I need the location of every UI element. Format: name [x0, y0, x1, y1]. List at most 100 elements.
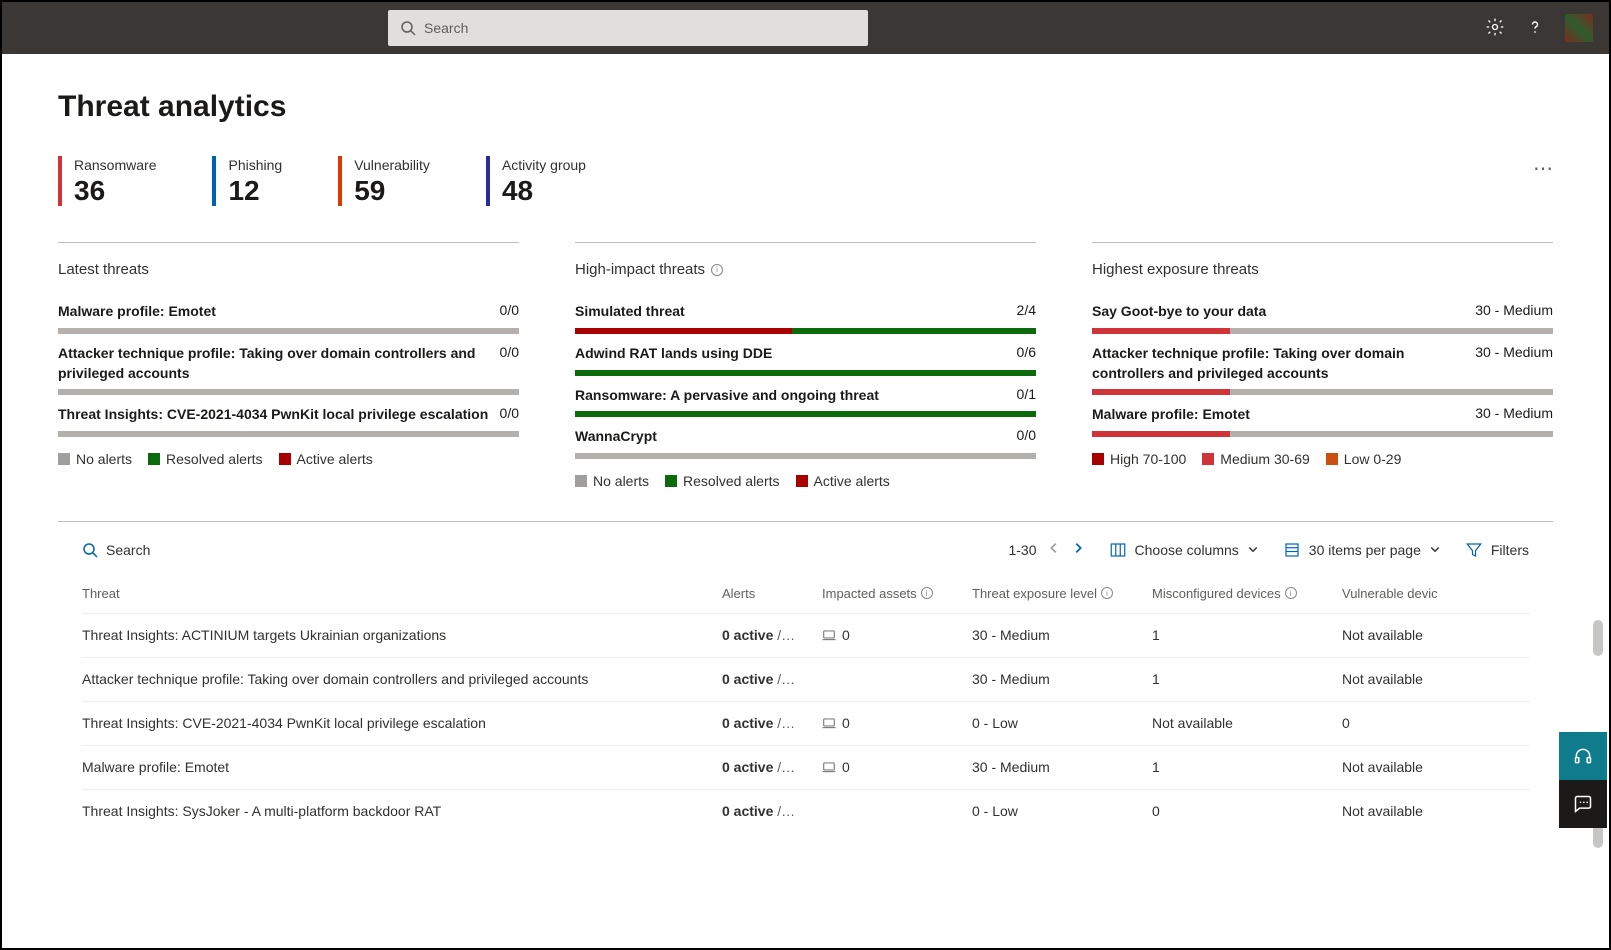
stat-value: 36: [74, 176, 156, 207]
cell-alerts: 0 active /…: [722, 759, 822, 775]
table-row[interactable]: Threat Insights: SysJoker - A multi-plat…: [82, 789, 1529, 833]
cell-alerts: 0 active /…: [722, 715, 822, 731]
legend-label: High 70-100: [1110, 451, 1186, 467]
column-header[interactable]: Threat: [82, 586, 722, 601]
pager-prev-button[interactable]: [1047, 541, 1061, 558]
cell-threat: Threat Insights: SysJoker - A multi-plat…: [82, 803, 722, 819]
panel-latest-threats: Latest threatsMalware profile: Emotet0/0…: [58, 242, 519, 488]
headphones-button[interactable]: [1559, 732, 1607, 780]
filters-button[interactable]: Filters: [1465, 541, 1529, 559]
threat-item[interactable]: Say Goot-bye to your data30 - Medium: [1092, 302, 1553, 334]
threat-item[interactable]: Malware profile: Emotet30 - Medium: [1092, 405, 1553, 437]
legend-item: High 70-100: [1092, 451, 1186, 467]
side-floating-buttons: [1559, 732, 1607, 828]
stat-label: Ransomware: [74, 156, 156, 176]
stat-card[interactable]: Activity group48: [486, 156, 586, 206]
cell-exposure: 0 - Low: [972, 803, 1152, 819]
threat-value: 0/0: [500, 344, 519, 360]
filters-label: Filters: [1491, 542, 1529, 558]
chevron-left-icon: [1047, 541, 1061, 555]
threat-value: 30 - Medium: [1475, 344, 1553, 360]
legend-swatch: [279, 453, 291, 465]
info-icon[interactable]: i: [921, 587, 933, 599]
choose-columns-button[interactable]: Choose columns: [1109, 541, 1259, 559]
column-header[interactable]: Vulnerable devic: [1342, 586, 1502, 601]
column-header-label: Impacted assets: [822, 586, 917, 601]
table-search-button[interactable]: Search: [82, 542, 150, 558]
legend-item: Resolved alerts: [665, 473, 780, 489]
choose-columns-label: Choose columns: [1135, 542, 1239, 558]
table-row[interactable]: Malware profile: Emotet0 active /…030 - …: [82, 745, 1529, 789]
threats-table-area: Search 1-30 Choose columns 30 items per …: [58, 521, 1553, 948]
threat-item[interactable]: WannaCrypt0/0: [575, 427, 1036, 459]
threat-name: Malware profile: Emotet: [58, 302, 492, 322]
column-header[interactable]: Misconfigured devicesi: [1152, 586, 1342, 601]
stat-card[interactable]: Ransomware36: [58, 156, 156, 206]
page-size-label: 30 items per page: [1309, 542, 1421, 558]
cell-vulnerable: Not available: [1342, 803, 1502, 819]
cell-alerts: 0 active /…: [722, 803, 822, 819]
info-icon[interactable]: i: [711, 264, 723, 276]
stat-card[interactable]: Phishing12: [212, 156, 282, 206]
column-header[interactable]: Alerts: [722, 586, 822, 601]
header-bar: Search: [2, 2, 1609, 54]
cell-vulnerable: Not available: [1342, 759, 1502, 775]
search-icon: [400, 20, 416, 36]
pager-range: 1-30: [1008, 542, 1036, 558]
threat-value: 30 - Medium: [1475, 302, 1553, 318]
info-icon[interactable]: i: [1285, 587, 1297, 599]
legend-swatch: [1092, 453, 1104, 465]
feedback-button[interactable]: [1559, 780, 1607, 828]
page-size-button[interactable]: 30 items per page: [1283, 541, 1441, 559]
cell-misconfigured: Not available: [1152, 715, 1342, 731]
threat-item[interactable]: Adwind RAT lands using DDE0/6: [575, 344, 1036, 376]
threat-item[interactable]: Threat Insights: CVE-2021-4034 PwnKit lo…: [58, 405, 519, 437]
column-header-label: Threat: [82, 586, 120, 601]
threat-item[interactable]: Ransomware: A pervasive and ongoing thre…: [575, 386, 1036, 418]
info-icon[interactable]: i: [1101, 587, 1113, 599]
pager: 1-30: [1008, 541, 1084, 558]
global-search-input[interactable]: Search: [388, 10, 868, 46]
more-actions-button[interactable]: ⋯: [1533, 156, 1553, 181]
avatar[interactable]: [1565, 14, 1593, 42]
threat-value: 0/0: [500, 405, 519, 421]
table-row[interactable]: Attacker technique profile: Taking over …: [82, 657, 1529, 701]
header-actions: [1485, 14, 1593, 42]
cell-vulnerable: 0: [1342, 715, 1502, 731]
table-scroll[interactable]: ThreatAlertsImpacted assetsiThreat expos…: [58, 578, 1553, 948]
page-title: Threat analytics: [58, 90, 1553, 124]
column-header[interactable]: Impacted assets i: [822, 586, 972, 601]
chat-icon: [1573, 794, 1593, 814]
cell-threat: Malware profile: Emotet: [82, 759, 722, 775]
threat-bar: [1092, 328, 1553, 334]
legend-label: Resolved alerts: [166, 451, 263, 467]
stat-value: 59: [354, 176, 430, 207]
panel-legend: No alerts Resolved alerts Active alerts: [575, 473, 1036, 489]
device-icon: [822, 628, 836, 642]
threat-item[interactable]: Attacker technique profile: Taking over …: [58, 344, 519, 395]
legend-item: Active alerts: [279, 451, 373, 467]
settings-button[interactable]: [1485, 17, 1505, 40]
column-header[interactable]: Threat exposure leveli: [972, 586, 1152, 601]
stat-card[interactable]: Vulnerability59: [338, 156, 430, 206]
legend-swatch: [796, 475, 808, 487]
table-row[interactable]: Threat Insights: CVE-2021-4034 PwnKit lo…: [82, 701, 1529, 745]
cell-alerts: 0 active /…: [722, 627, 822, 643]
legend-swatch: [665, 475, 677, 487]
threat-bar: [58, 328, 519, 334]
threat-name: Adwind RAT lands using DDE: [575, 344, 1009, 364]
threat-item[interactable]: Malware profile: Emotet0/0: [58, 302, 519, 334]
legend-swatch: [58, 453, 70, 465]
stat-value: 48: [502, 176, 586, 207]
threat-item[interactable]: Attacker technique profile: Taking over …: [1092, 344, 1553, 395]
legend-label: Active alerts: [814, 473, 890, 489]
legend-item: No alerts: [575, 473, 649, 489]
cell-misconfigured: 1: [1152, 627, 1342, 643]
table-row[interactable]: Threat Insights: ACTINIUM targets Ukrain…: [82, 613, 1529, 657]
pager-next-button[interactable]: [1071, 541, 1085, 558]
threat-value: 30 - Medium: [1475, 405, 1553, 421]
help-button[interactable]: [1525, 17, 1545, 40]
headphones-icon: [1573, 746, 1593, 766]
threat-item[interactable]: Simulated threat2/4: [575, 302, 1036, 334]
stat-label: Vulnerability: [354, 156, 430, 176]
